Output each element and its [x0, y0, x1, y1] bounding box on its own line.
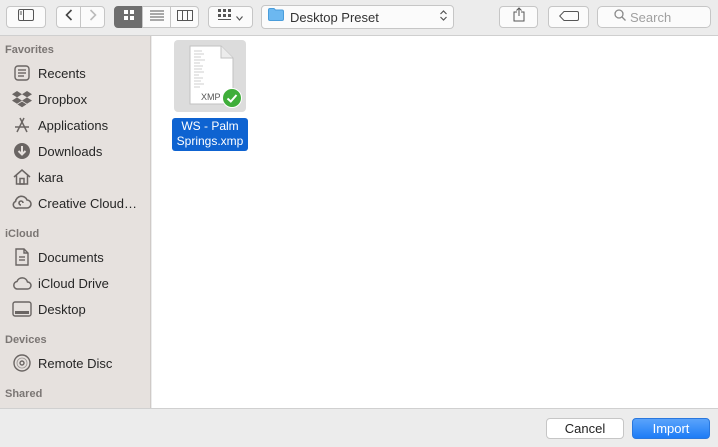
updown-chevron-icon [440, 8, 447, 26]
sidebar-item-label: kara [38, 169, 64, 185]
home-icon [11, 166, 33, 188]
tags-button[interactable] [548, 6, 589, 28]
search-input[interactable] [630, 9, 710, 25]
import-button[interactable]: Import [632, 418, 710, 439]
columns-icon [176, 8, 193, 26]
sidebar-item-remote-disc[interactable]: Remote Disc [0, 350, 150, 376]
dialog-button-bar: Cancel Import [0, 408, 718, 447]
sidebar-item-label: Remote Disc [38, 355, 113, 371]
file-name-label[interactable]: WS - Palm Springs.xmp [172, 118, 248, 151]
chevron-right-icon [89, 8, 97, 26]
sidebar-item-downloads[interactable]: Downloads [0, 138, 150, 164]
sidebar-item-label: Dropbox [38, 91, 88, 107]
forward-button[interactable] [80, 6, 105, 28]
sidebar-item-label: Documents [38, 249, 104, 265]
column-view-button[interactable] [170, 6, 199, 28]
chevron-left-icon [64, 8, 73, 26]
downloads-icon [11, 140, 33, 162]
sidebar-item-label: Applications [38, 117, 109, 133]
icloud-icon [11, 272, 33, 294]
back-button[interactable] [56, 6, 81, 28]
file-thumbnail[interactable]: XMP [174, 40, 246, 112]
sidebar-toggle-button[interactable] [6, 6, 46, 28]
sidebar-item-label: Downloads [38, 143, 103, 159]
location-popup[interactable]: Desktop Preset [261, 5, 454, 29]
list-view-button[interactable] [142, 6, 171, 28]
sidebar-toggle-icon [18, 8, 34, 26]
arrange-menu-button[interactable] [208, 6, 253, 28]
sidebar-item-label: Creative Cloud… [38, 195, 137, 211]
file-extension-label: XMP [201, 92, 221, 102]
sidebar-item-dropbox[interactable]: Dropbox [0, 86, 150, 112]
icon-view-button[interactable] [114, 6, 143, 28]
sidebar-item-applications[interactable]: Applications [0, 112, 150, 138]
file-name-line-2: Springs.xmp [176, 134, 244, 148]
checkmark-badge-icon [222, 88, 242, 113]
sidebar-item-label: iCloud Drive [38, 275, 109, 291]
desktop-icon [11, 298, 33, 320]
tag-icon [558, 8, 579, 26]
share-icon [513, 7, 525, 27]
sidebar-item-documents[interactable]: Documents [0, 244, 150, 270]
disc-icon [11, 352, 33, 374]
sidebar-heading-devices[interactable]: Devices [5, 334, 47, 346]
sidebar-item-creative-cloud[interactable]: Creative Cloud… [0, 190, 150, 216]
toolbar: Desktop Preset [0, 0, 718, 36]
sidebar-item-icloud-drive[interactable]: iCloud Drive [0, 270, 150, 296]
search-field[interactable] [597, 6, 711, 28]
view-mode-control [114, 6, 199, 28]
list-icon [149, 8, 164, 26]
search-icon [614, 8, 626, 26]
sidebar-item-desktop[interactable]: Desktop [0, 296, 150, 322]
cancel-button[interactable]: Cancel [546, 418, 624, 439]
applications-icon [11, 114, 33, 136]
sidebar-item-home[interactable]: kara [0, 164, 150, 190]
back-forward-control [56, 6, 105, 28]
folder-icon [268, 8, 284, 26]
file-browser-area[interactable]: XMP WS - Palm Springs.xmp [152, 36, 718, 408]
documents-icon [11, 246, 33, 268]
chevron-down-icon [236, 8, 243, 26]
sidebar-heading-shared[interactable]: Shared [5, 388, 42, 400]
sidebar-heading-favorites[interactable]: Favorites [5, 44, 54, 56]
arrange-grid-icon [218, 8, 232, 26]
sidebar-item-recents[interactable]: Recents [0, 60, 150, 86]
dropbox-icon [11, 88, 33, 110]
sidebar: Favorites Recents Dropbox Applications D… [0, 36, 151, 408]
grid-icon [123, 8, 135, 26]
file-name-line-1: WS - Palm [181, 119, 239, 133]
share-button[interactable] [499, 6, 538, 28]
location-label: Desktop Preset [290, 9, 379, 25]
sidebar-heading-icloud[interactable]: iCloud [5, 228, 39, 240]
sidebar-item-label: Recents [38, 65, 86, 81]
sidebar-item-label: Desktop [38, 301, 86, 317]
creative-cloud-icon [11, 192, 33, 214]
clock-icon [11, 62, 33, 84]
